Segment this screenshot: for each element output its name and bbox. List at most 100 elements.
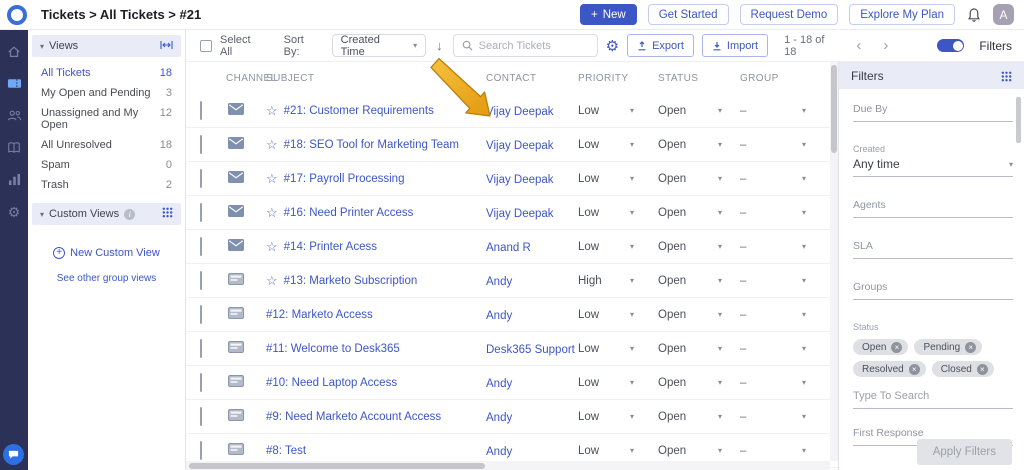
- apply-filters-button[interactable]: Apply Filters: [916, 439, 1012, 465]
- group-dropdown[interactable]: – ▾: [740, 275, 806, 287]
- explore-my-plan-button[interactable]: Explore My Plan: [849, 4, 955, 25]
- status-dropdown[interactable]: Open ▾: [658, 445, 722, 457]
- sidebar-view-item[interactable]: Unassigned and My Open 12: [28, 103, 185, 135]
- search-box[interactable]: [452, 34, 598, 57]
- ticket-subject-link[interactable]: #9: Need Marketo Account Access: [266, 411, 441, 423]
- ticket-row[interactable]: ☆ #21: Customer Requirements Vijay Deepa…: [186, 94, 838, 128]
- filter-due-by[interactable]: Due By: [853, 103, 1013, 122]
- ticket-subject-link[interactable]: #16: Need Printer Access: [284, 207, 414, 219]
- row-checkbox[interactable]: [200, 168, 202, 188]
- vertical-scrollbar[interactable]: [830, 62, 838, 461]
- priority-dropdown[interactable]: Low ▾: [578, 377, 634, 389]
- group-dropdown[interactable]: – ▾: [740, 241, 806, 253]
- row-checkbox[interactable]: [200, 338, 202, 358]
- ticket-row[interactable]: ☆ #14: Printer Acess Anand R Low ▾ Open ▾ …: [186, 230, 838, 264]
- home-icon[interactable]: [7, 44, 22, 59]
- chip-remove-icon[interactable]: ×: [976, 363, 988, 375]
- status-dropdown[interactable]: Open ▾: [658, 241, 722, 253]
- ticket-subject-link[interactable]: #11: Welcome to Desk365: [266, 343, 400, 355]
- ticket-row[interactable]: ☆ #11: Welcome to Desk365 Desk365 Suppor…: [186, 332, 838, 366]
- ticket-contact-link[interactable]: Andy: [486, 378, 512, 390]
- status-dropdown[interactable]: Open ▾: [658, 207, 722, 219]
- column-header-group[interactable]: GROUP: [740, 73, 820, 84]
- filters-grid-icon[interactable]: [1001, 71, 1012, 82]
- ticket-row[interactable]: ☆ #16: Need Printer Access Vijay Deepak …: [186, 196, 838, 230]
- new-ticket-button[interactable]: + New: [580, 4, 637, 25]
- ticket-row[interactable]: ☆ #12: Marketo Access Andy Low▾ Open▾ –▾: [186, 298, 838, 332]
- priority-dropdown[interactable]: Low ▾: [578, 241, 634, 253]
- ticket-row[interactable]: ☆ #18: SEO Tool for Marketing Team Vijay…: [186, 128, 838, 162]
- ticket-settings-gear-icon[interactable]: ⚙: [606, 37, 619, 55]
- ticket-contact-link[interactable]: Andy: [486, 310, 512, 322]
- group-dropdown[interactable]: – ▾: [740, 105, 806, 117]
- chip-remove-icon[interactable]: ×: [891, 341, 903, 353]
- ticket-row[interactable]: ☆ #10: Need Laptop Access Andy Low▾ Open…: [186, 366, 838, 400]
- bell-icon[interactable]: [966, 7, 982, 23]
- ticket-contact-link[interactable]: Vijay Deepak: [486, 174, 554, 186]
- ticket-contact-link[interactable]: Andy: [486, 276, 512, 288]
- reports-icon[interactable]: [7, 172, 22, 187]
- column-header-subject[interactable]: SUBJECT: [266, 73, 486, 84]
- request-demo-button[interactable]: Request Demo: [739, 4, 839, 25]
- star-icon[interactable]: ☆: [266, 172, 278, 185]
- group-dropdown[interactable]: – ▾: [740, 411, 806, 423]
- sidebar-view-item[interactable]: All Tickets 18: [28, 63, 185, 83]
- row-checkbox[interactable]: [200, 100, 202, 120]
- ticket-row[interactable]: ☆ #13: Marketo Subscription Andy High ▾ O…: [186, 264, 838, 298]
- ticket-contact-link[interactable]: Vijay Deepak: [486, 140, 554, 152]
- sort-field-dropdown[interactable]: Created Time ▾: [331, 34, 427, 58]
- star-icon[interactable]: ☆: [266, 206, 278, 219]
- search-input[interactable]: [478, 39, 589, 52]
- sort-direction-icon[interactable]: ↓: [436, 38, 443, 53]
- get-started-button[interactable]: Get Started: [647, 4, 729, 25]
- horizontal-scrollbar[interactable]: [186, 461, 830, 470]
- filters-toggle[interactable]: [937, 39, 965, 52]
- ticket-subject-link[interactable]: #21: Customer Requirements: [284, 105, 434, 117]
- ticket-contact-link[interactable]: Anand R: [486, 242, 531, 254]
- sidebar-view-item[interactable]: My Open and Pending 3: [28, 83, 185, 103]
- priority-dropdown[interactable]: Low ▾: [578, 139, 634, 151]
- priority-dropdown[interactable]: Low ▾: [578, 207, 634, 219]
- status-dropdown[interactable]: Open ▾: [658, 411, 722, 423]
- status-chip[interactable]: Resolved ×: [853, 361, 926, 377]
- ticket-subject-link[interactable]: #14: Printer Acess: [284, 241, 377, 253]
- ticket-subject-link[interactable]: #12: Marketo Access: [266, 309, 373, 321]
- row-checkbox[interactable]: [200, 134, 202, 154]
- priority-dropdown[interactable]: Low ▾: [578, 173, 634, 185]
- sidebar-view-item[interactable]: Trash 2: [28, 175, 185, 195]
- views-header[interactable]: ▾ Views: [32, 35, 181, 57]
- knowledge-base-icon[interactable]: [7, 140, 22, 155]
- filter-agents[interactable]: Agents: [853, 199, 1013, 218]
- export-button[interactable]: Export: [627, 34, 694, 57]
- group-dropdown[interactable]: – ▾: [740, 445, 806, 457]
- star-icon[interactable]: ☆: [266, 240, 278, 253]
- contacts-icon[interactable]: [7, 108, 22, 123]
- import-button[interactable]: Import: [701, 34, 769, 57]
- collapse-views-icon[interactable]: [160, 40, 173, 53]
- group-dropdown[interactable]: – ▾: [740, 173, 806, 185]
- column-header-priority[interactable]: PRIORITY: [578, 73, 658, 84]
- row-checkbox[interactable]: [200, 372, 202, 392]
- column-header-status[interactable]: STATUS: [658, 73, 740, 84]
- status-chip[interactable]: Open ×: [853, 339, 909, 355]
- chip-remove-icon[interactable]: ×: [908, 363, 920, 375]
- group-dropdown[interactable]: – ▾: [740, 309, 806, 321]
- row-checkbox[interactable]: [200, 406, 202, 426]
- group-dropdown[interactable]: – ▾: [740, 207, 806, 219]
- user-avatar[interactable]: A: [993, 4, 1014, 25]
- priority-dropdown[interactable]: Low ▾: [578, 309, 634, 321]
- group-dropdown[interactable]: – ▾: [740, 139, 806, 151]
- row-checkbox[interactable]: [200, 202, 202, 222]
- status-search-input[interactable]: [853, 387, 1013, 409]
- filter-sla[interactable]: SLA: [853, 240, 1013, 259]
- column-header-channel[interactable]: CHANNEL: [226, 73, 276, 84]
- app-logo-icon[interactable]: [7, 4, 27, 25]
- chat-widget-icon[interactable]: [3, 444, 24, 465]
- priority-dropdown[interactable]: Low ▾: [578, 105, 634, 117]
- status-dropdown[interactable]: Open ▾: [658, 139, 722, 151]
- priority-dropdown[interactable]: Low ▾: [578, 445, 634, 457]
- new-custom-view-link[interactable]: + New Custom View: [28, 247, 185, 259]
- column-header-contact[interactable]: CONTACT: [486, 73, 578, 84]
- created-dropdown[interactable]: Any time ▾: [853, 154, 1013, 177]
- sidebar-view-item[interactable]: All Unresolved 18: [28, 135, 185, 155]
